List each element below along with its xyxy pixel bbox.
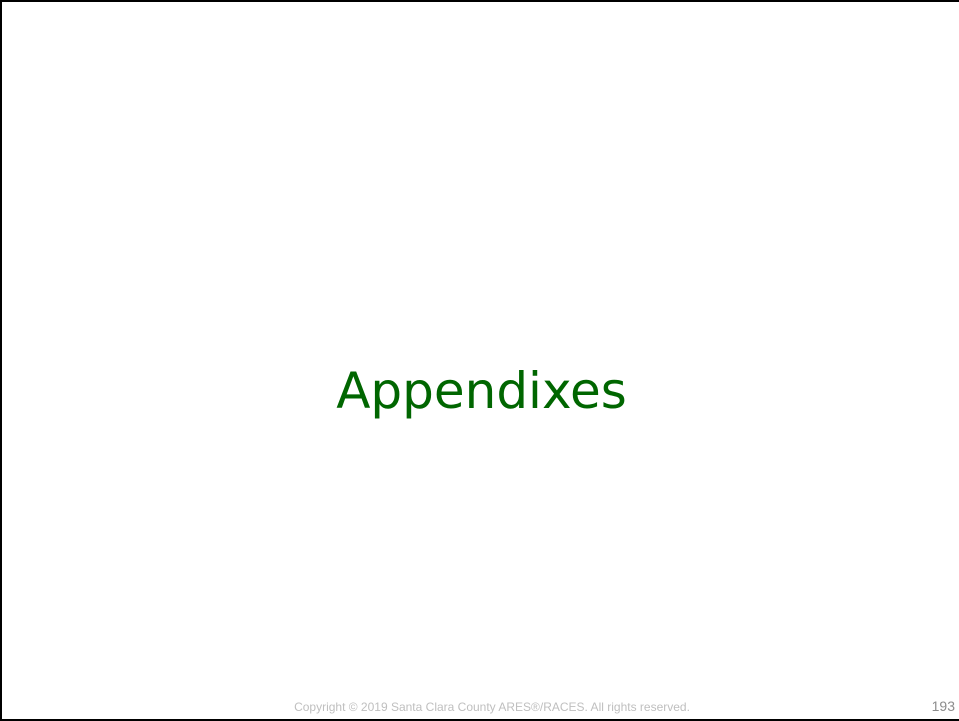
footer-copyright: Copyright © 2019 Santa Clara County ARES… bbox=[294, 700, 690, 714]
slide-title: Appendixes bbox=[336, 362, 627, 420]
page-number: 193 bbox=[931, 698, 955, 714]
slide: Appendixes Copyright © 2019 Santa Clara … bbox=[0, 0, 959, 721]
